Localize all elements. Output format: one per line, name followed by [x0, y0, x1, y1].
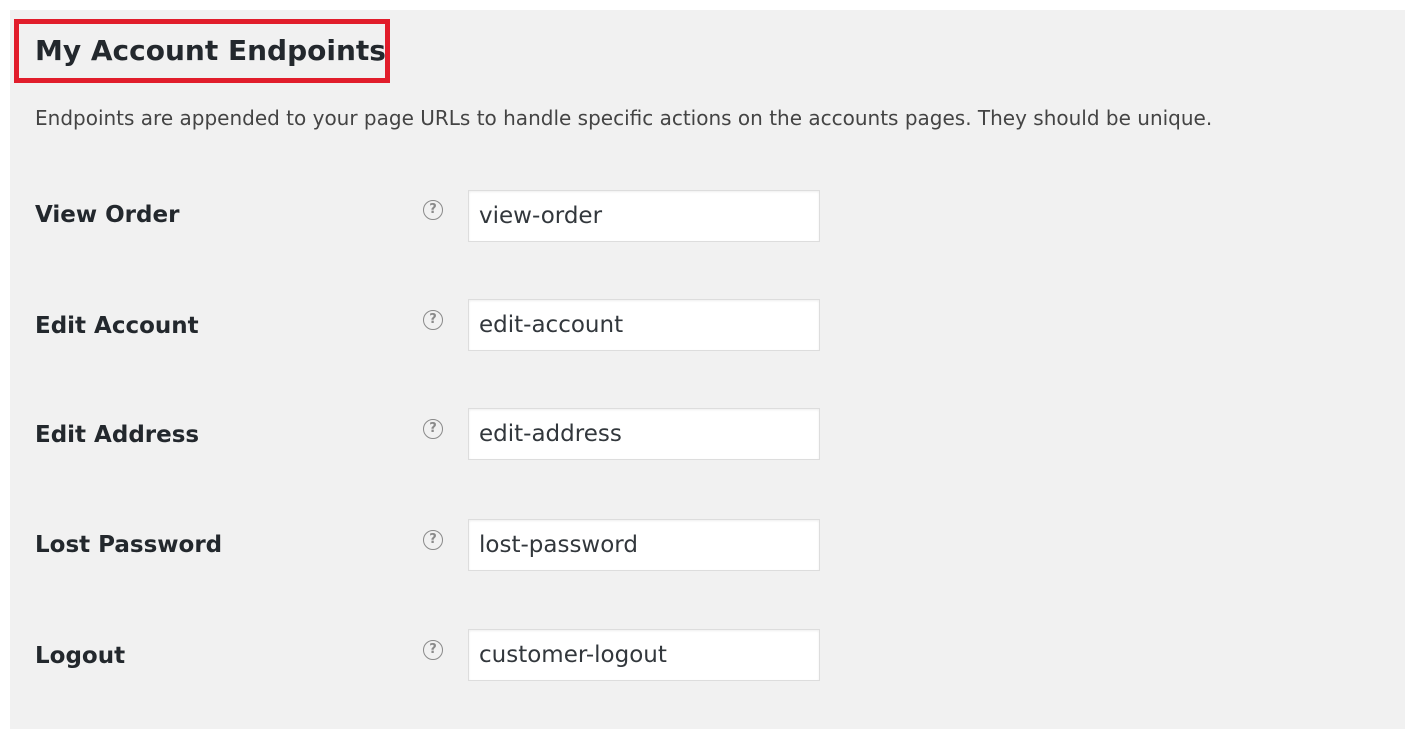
help-icon[interactable]: ? [423, 200, 443, 220]
lost-password-field[interactable] [468, 519, 820, 571]
settings-panel: My Account Endpoints Endpoints are appen… [10, 10, 1405, 729]
logout-field[interactable] [468, 629, 820, 681]
logout-label: Logout [35, 643, 126, 669]
help-icon[interactable]: ? [423, 640, 443, 660]
edit-address-label: Edit Address [35, 422, 200, 448]
edit-account-field[interactable] [468, 299, 820, 351]
view-order-field[interactable] [468, 190, 820, 242]
help-icon[interactable]: ? [423, 530, 443, 550]
edit-account-label: Edit Account [35, 313, 199, 339]
help-icon[interactable]: ? [423, 419, 443, 439]
view-order-label: View Order [35, 202, 180, 228]
edit-address-field[interactable] [468, 408, 820, 460]
lost-password-label: Lost Password [35, 532, 223, 558]
section-description: Endpoints are appended to your page URLs… [35, 106, 1213, 130]
help-icon[interactable]: ? [423, 310, 443, 330]
section-title: My Account Endpoints [35, 34, 386, 67]
